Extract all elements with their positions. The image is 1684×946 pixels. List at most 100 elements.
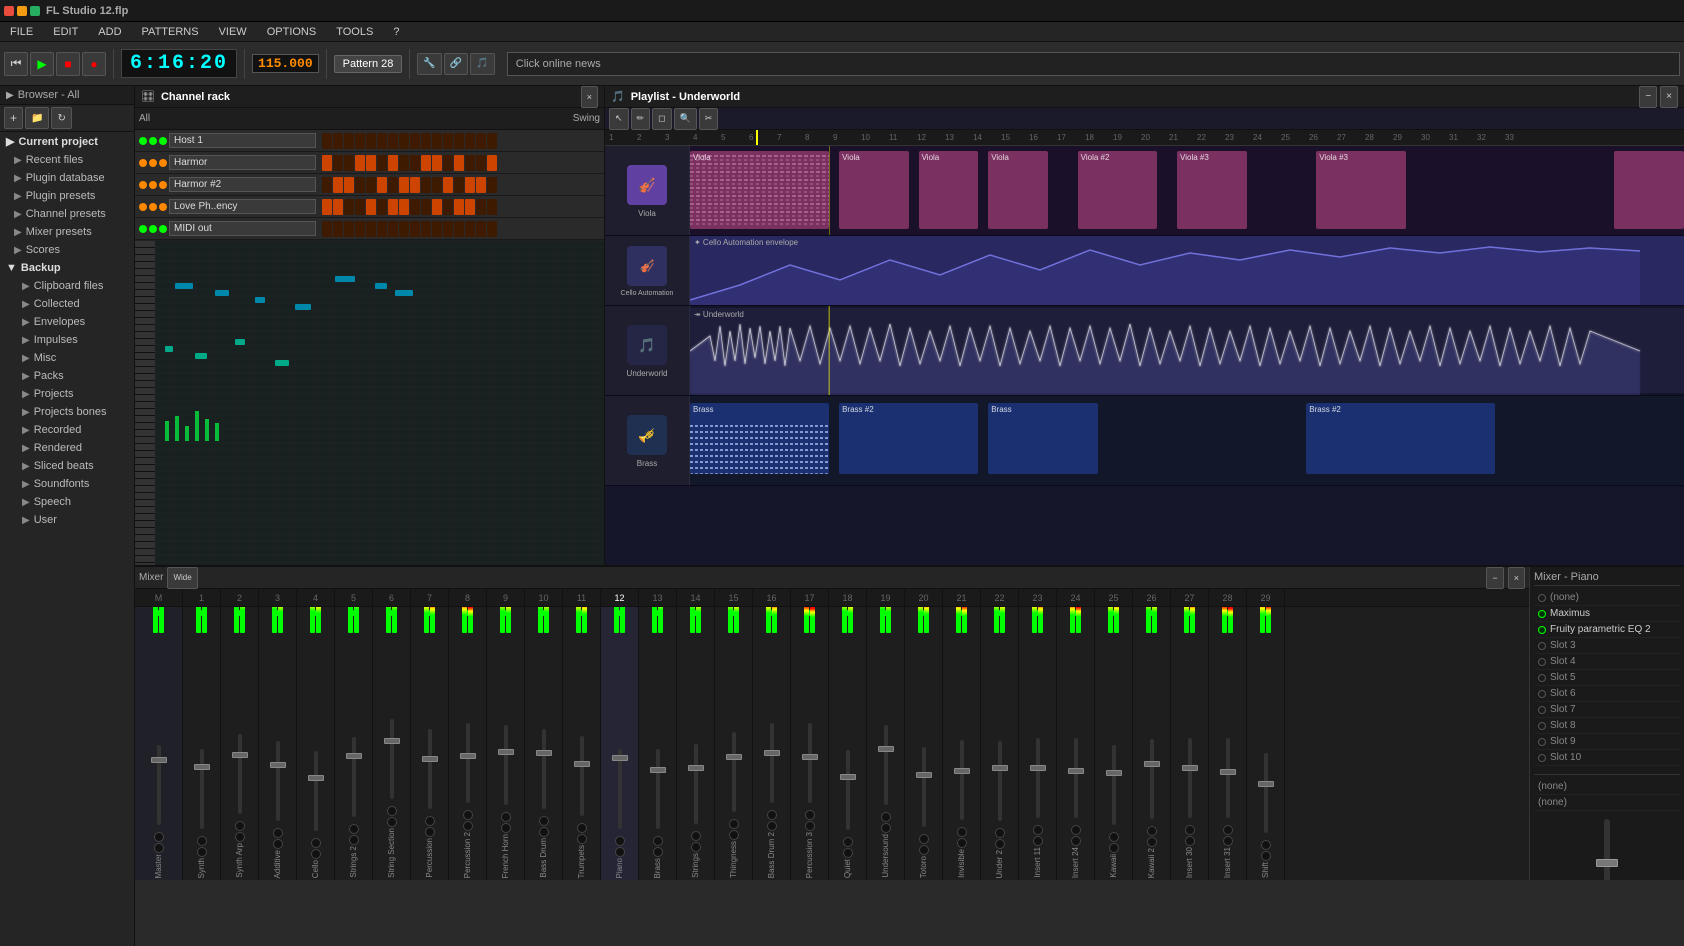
mixer-channel-13[interactable]: Brass (639, 607, 677, 880)
step-button-13[interactable] (465, 177, 475, 193)
plt-zoom-btn[interactable]: 🔍 (674, 108, 697, 130)
ch-knob-2[interactable] (463, 821, 473, 831)
step-button-10[interactable] (432, 199, 442, 215)
fader-knob-2[interactable] (232, 752, 248, 758)
ch-knob-1[interactable] (1071, 825, 1081, 835)
ch-knob-1[interactable] (501, 812, 511, 822)
step-button-3[interactable] (355, 133, 365, 149)
ch-knob-2[interactable] (425, 827, 435, 837)
sidebar-item-backup[interactable]: ▼ Backup (0, 259, 134, 277)
ch-knob-1[interactable] (273, 828, 283, 838)
fader-knob-M[interactable] (151, 757, 167, 763)
step-button-12[interactable] (454, 155, 464, 171)
channel-name-harmor[interactable]: Harmor (169, 155, 316, 170)
sidebar-item-clipboard[interactable]: ▶ Clipboard files (0, 277, 134, 295)
mixer-slot-0[interactable]: (none) (1534, 590, 1680, 606)
mixer-channel-25[interactable]: Kawaii (1095, 607, 1133, 880)
channel-led[interactable] (139, 203, 147, 211)
mixer-channel-2[interactable]: Synth Arp (221, 607, 259, 880)
channel-led2[interactable] (149, 137, 157, 145)
step-button-10[interactable] (432, 133, 442, 149)
sidebar-item-soundfonts[interactable]: ▶ Soundfonts (0, 475, 134, 493)
stop-button[interactable]: ■ (56, 52, 80, 76)
plt-slice-btn[interactable]: ✂ (699, 108, 719, 130)
snap-button[interactable]: 🔧 (417, 53, 441, 75)
fader-knob-26[interactable] (1144, 761, 1160, 767)
track-content-viola[interactable]: Viola Viola Viola Viola Viola #2 Viola #… (690, 146, 1684, 235)
ch-knob-2[interactable] (273, 839, 283, 849)
mixer-out-slot-1[interactable]: (none) (1534, 779, 1680, 795)
pattern-button[interactable]: Pattern 28 (334, 55, 403, 73)
playlist-close[interactable]: × (1660, 86, 1678, 108)
fader-knob-6[interactable] (384, 738, 400, 744)
mixer-slot-2[interactable]: Fruity parametric EQ 2 (1534, 622, 1680, 638)
mixer-slot-7[interactable]: Slot 7 (1534, 702, 1680, 718)
step-button-6[interactable] (388, 155, 398, 171)
play-button[interactable]: ▶ (30, 52, 54, 76)
fader-knob-9[interactable] (498, 749, 514, 755)
playlist-minimize[interactable]: − (1639, 86, 1657, 108)
ch-knob-1[interactable] (197, 836, 207, 846)
mixer-slot-1[interactable]: Maximus (1534, 606, 1680, 622)
fader-track-12[interactable] (618, 749, 622, 829)
plt-eraser-btn[interactable]: ◻ (652, 108, 671, 130)
ch-knob-1[interactable] (615, 836, 625, 846)
mixer-channel-3[interactable]: Additive (259, 607, 297, 880)
sidebar-item-rendered[interactable]: ▶ Rendered (0, 439, 134, 457)
viola-block-8[interactable] (1614, 151, 1684, 229)
slot-power-1[interactable] (1538, 610, 1546, 618)
step-button-9[interactable] (421, 155, 431, 171)
mixer-channel-10[interactable]: Bass Drum (525, 607, 563, 880)
step-button-5[interactable] (377, 155, 387, 171)
slot-power-4[interactable] (1538, 658, 1546, 666)
brass-block-3[interactable]: Brass (988, 403, 1097, 474)
fader-track-7[interactable] (428, 729, 432, 809)
ch-knob-1[interactable] (1147, 826, 1157, 836)
plt-pencil-btn[interactable]: ✏ (631, 108, 651, 130)
step-button-6[interactable] (388, 177, 398, 193)
channel-led[interactable] (139, 159, 147, 167)
step-button-10[interactable] (432, 177, 442, 193)
step-button-0[interactable] (322, 177, 332, 193)
viola-block-1[interactable]: Viola (690, 151, 829, 229)
mixer-channel-20[interactable]: Totoro (905, 607, 943, 880)
ch-knob-2[interactable] (1147, 837, 1157, 847)
slot-power-0[interactable] (1538, 594, 1546, 602)
ch-knob-1[interactable] (957, 827, 967, 837)
fader-track-20[interactable] (922, 747, 926, 827)
step-button-1[interactable] (333, 155, 343, 171)
track-content-brass[interactable]: Brass Brass #2 (690, 396, 1684, 485)
sidebar-item-misc[interactable]: ▶ Misc (0, 349, 134, 367)
mixer-channel-19[interactable]: Undersound (867, 607, 905, 880)
fader-track-5[interactable] (352, 737, 356, 817)
ch-knob-2[interactable] (349, 835, 359, 845)
ch-knob-2[interactable] (154, 843, 164, 853)
slot-power-8[interactable] (1538, 722, 1546, 730)
step-button-2[interactable] (344, 177, 354, 193)
fader-track-1[interactable] (200, 749, 204, 829)
main-fader-knob[interactable] (1596, 859, 1618, 867)
ch-knob-2[interactable] (691, 842, 701, 852)
ch-knob-2[interactable] (197, 847, 207, 857)
ch-knob-1[interactable] (881, 812, 891, 822)
channel-led3[interactable] (159, 159, 167, 167)
mixer-slot-5[interactable]: Slot 5 (1534, 670, 1680, 686)
fader-knob-20[interactable] (916, 772, 932, 778)
fader-track-2[interactable] (238, 734, 242, 814)
step-button-12[interactable] (454, 199, 464, 215)
mixer-slot-3[interactable]: Slot 3 (1534, 638, 1680, 654)
fader-knob-8[interactable] (460, 753, 476, 759)
fader-knob-14[interactable] (688, 765, 704, 771)
step-button-0[interactable] (322, 221, 332, 237)
step-button-0[interactable] (322, 199, 332, 215)
step-button-4[interactable] (366, 199, 376, 215)
fader-knob-18[interactable] (840, 774, 856, 780)
channel-led3[interactable] (159, 181, 167, 189)
ch-knob-1[interactable] (691, 831, 701, 841)
fader-track-25[interactable] (1112, 745, 1116, 825)
step-button-4[interactable] (366, 221, 376, 237)
step-button-15[interactable] (487, 221, 497, 237)
mixer-out-slot-2[interactable]: (none) (1534, 795, 1680, 811)
fader-track-17[interactable] (808, 723, 812, 803)
fader-knob-23[interactable] (1030, 765, 1046, 771)
